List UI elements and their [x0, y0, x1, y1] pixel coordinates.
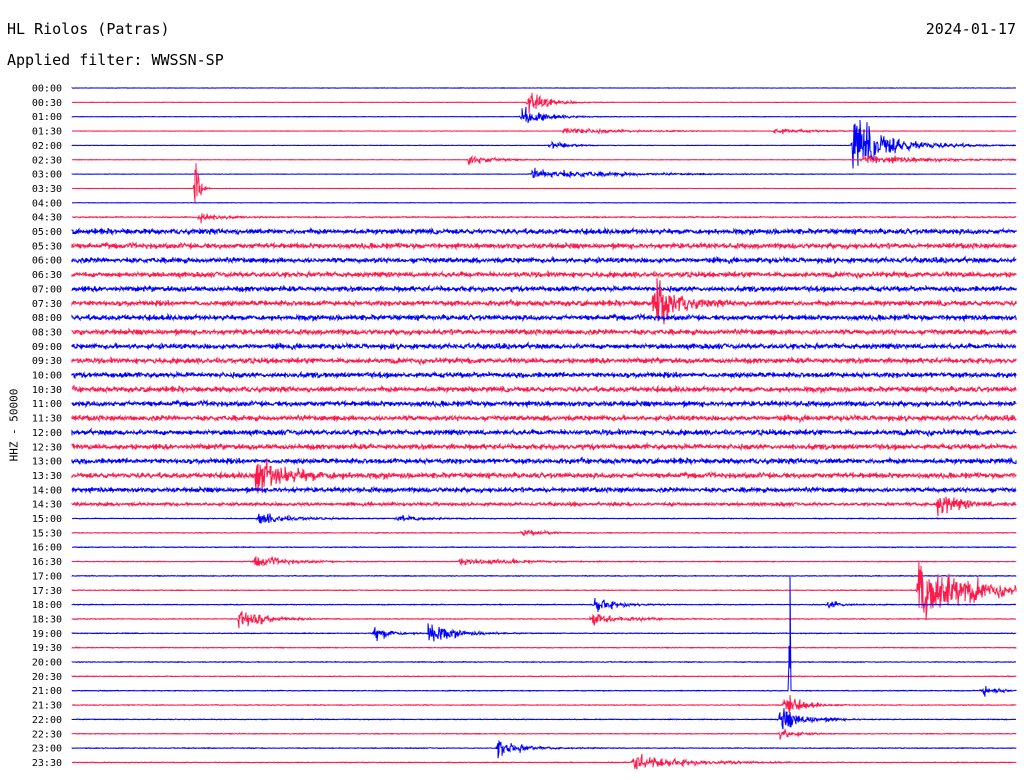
time-tick-label: 12:30	[32, 442, 62, 453]
time-tick-label: 13:30	[32, 471, 62, 482]
time-tick-label: 08:30	[32, 327, 62, 338]
trace-line	[71, 611, 1016, 629]
time-tick-label: 20:00	[32, 658, 62, 669]
time-tick-label: 11:00	[32, 399, 62, 410]
trace-line	[71, 241, 1017, 251]
trace-line	[71, 485, 1017, 495]
time-tick-label: 20:30	[32, 672, 62, 683]
trace-line	[71, 728, 1017, 740]
time-tick-label: 05:30	[32, 241, 62, 252]
time-tick-label: 11:30	[32, 414, 62, 425]
trace-line	[71, 623, 1017, 642]
time-tick-label: 12:00	[32, 428, 62, 439]
trace-line	[71, 513, 1017, 524]
trace-line	[71, 739, 1017, 759]
time-tick-label: 01:30	[32, 127, 62, 138]
seismogram-plot: 00:00 00:30 01:00 01:30 02:00 02:30 03:00 03:30…	[32, 84, 1017, 770]
time-tick-label: 09:30	[32, 356, 62, 367]
trace-line	[72, 163, 1017, 203]
trace-line	[71, 255, 1017, 265]
time-tick-label: 04:30	[32, 213, 62, 224]
trace-line	[71, 127, 1017, 135]
trace-line	[71, 660, 1017, 664]
time-tick-label: 13:00	[32, 457, 62, 468]
time-tick-label: 07:00	[32, 284, 62, 295]
time-tick-label: 17:00	[32, 571, 62, 582]
time-tick-label: 22:30	[32, 729, 62, 740]
time-tick-label: 03:00	[32, 170, 62, 181]
time-tick-label: 02:00	[32, 141, 62, 152]
time-tick-label: 15:00	[32, 514, 62, 525]
trace-line	[71, 327, 1017, 337]
trace-line	[71, 92, 1017, 114]
time-tick-label: 10:00	[32, 371, 62, 382]
trace-line	[71, 561, 1017, 621]
time-tick-label: 19:30	[32, 643, 62, 654]
trace-line	[71, 556, 1017, 567]
time-tick-label: 21:30	[32, 701, 62, 712]
time-tick-label: 00:30	[32, 98, 62, 109]
trace-line	[71, 456, 1017, 466]
trace-line	[71, 708, 1017, 730]
time-tick-label: 01:00	[32, 112, 62, 123]
time-tick-label: 17:30	[32, 586, 62, 597]
trace-line	[71, 496, 1017, 517]
time-tick-label: 04:00	[32, 198, 62, 209]
trace-line	[71, 598, 1017, 612]
time-tick-label: 02:30	[32, 155, 62, 166]
trace-line	[72, 545, 1017, 549]
time-tick-label: 07:30	[32, 299, 62, 310]
time-tick-label: 18:00	[32, 600, 62, 611]
trace-line	[71, 398, 1017, 409]
time-tick-label: 15:30	[32, 528, 62, 539]
trace-line	[72, 213, 1017, 224]
time-tick-label: 16:30	[32, 557, 62, 568]
time-tick-label: 23:00	[32, 744, 62, 755]
time-tick-label: 19:00	[32, 629, 62, 640]
trace-line	[71, 341, 1017, 352]
time-tick-label: 22:00	[32, 715, 62, 726]
trace-line	[71, 529, 1017, 537]
time-tick-label: 00:00	[32, 84, 62, 95]
trace-line	[71, 167, 1017, 179]
trace-line	[71, 576, 1017, 697]
time-tick-label: 16:00	[32, 543, 62, 554]
trace-line	[71, 441, 1017, 452]
trace-line	[71, 284, 1017, 294]
time-tick-label: 21:00	[32, 686, 62, 697]
time-tick-label: 14:00	[32, 485, 62, 496]
trace-line	[71, 674, 1017, 678]
trace-line	[71, 355, 1017, 366]
time-tick-label: 14:30	[32, 500, 62, 511]
trace-line	[71, 753, 1017, 770]
trace-line	[71, 269, 1017, 280]
trace-line	[71, 384, 1017, 394]
time-tick-label: 10:30	[32, 385, 62, 396]
time-tick-label: 03:30	[32, 184, 62, 195]
trace-line	[71, 413, 1017, 424]
trace-line	[71, 119, 1017, 169]
trace-line	[71, 370, 1017, 380]
time-tick-label: 05:00	[32, 227, 62, 238]
trace-line	[71, 226, 1017, 237]
trace-line	[71, 312, 1017, 323]
trace-line	[71, 427, 1017, 438]
time-tick-label: 06:00	[32, 256, 62, 267]
time-tick-label: 23:30	[32, 758, 62, 769]
trace-line	[71, 695, 1017, 713]
trace-line	[71, 574, 1017, 578]
trace-line	[71, 646, 1017, 649]
time-tick-label: 18:30	[32, 614, 62, 625]
trace-line	[71, 106, 1017, 124]
time-tick-label: 06:30	[32, 270, 62, 281]
time-tick-label: 08:00	[32, 313, 62, 324]
time-tick-label: 09:00	[32, 342, 62, 353]
